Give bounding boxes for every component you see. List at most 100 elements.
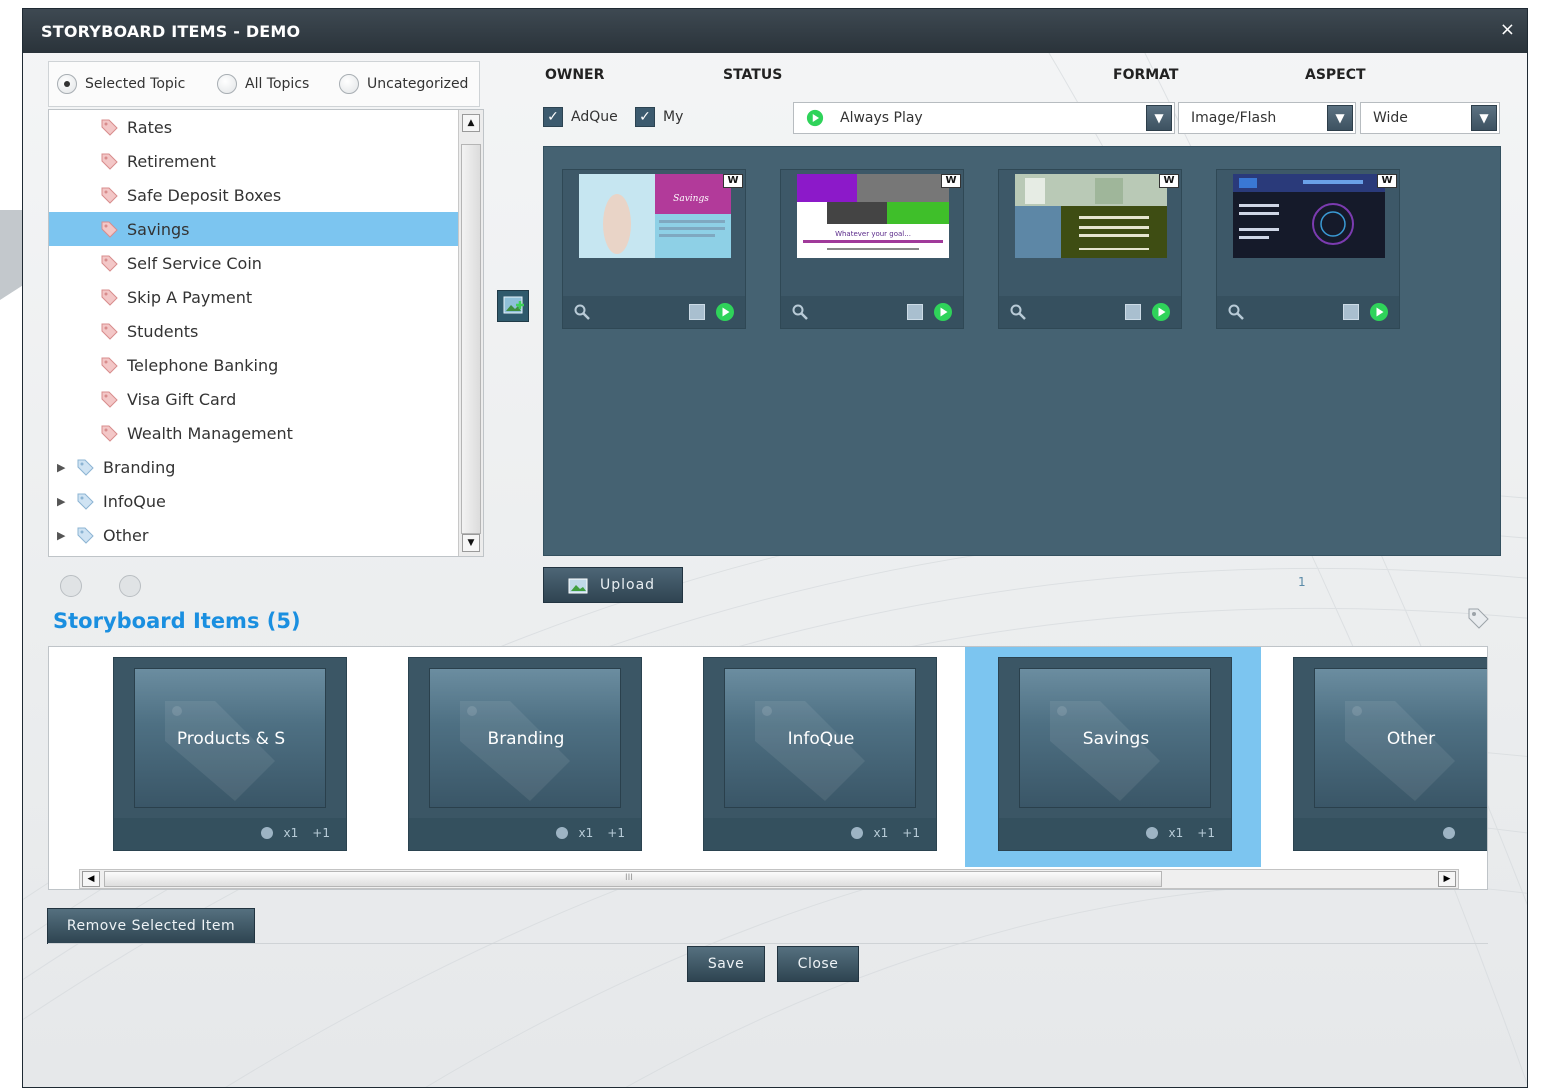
chevron-down-icon[interactable]: ▼ [1327, 105, 1353, 131]
tree-item-label: Savings [127, 219, 190, 239]
tree-item-students[interactable]: Students [49, 314, 483, 348]
expand-arrow-icon[interactable]: ▶ [57, 461, 71, 474]
radio-button-icon[interactable] [339, 74, 359, 94]
remove-selected-item-button[interactable]: Remove Selected Item [47, 908, 255, 944]
media-item[interactable]: W [998, 169, 1182, 329]
storyboard-item-toolbar: x1 +1 [114, 818, 346, 850]
tag-icon [101, 357, 118, 374]
storyboard-dialog: STORYBOARD ITEMS - DEMO × Selected Topic… [22, 8, 1528, 1088]
status-select[interactable]: Always Play ▼ [793, 102, 1175, 134]
storyboard-item-selected[interactable]: Savings x1 +1 [998, 657, 1232, 851]
tag-icon[interactable] [1465, 605, 1491, 631]
scrollbar-thumb[interactable] [461, 144, 481, 534]
radio-selected-topic[interactable]: Selected Topic [57, 74, 185, 94]
media-item[interactable]: W [1216, 169, 1400, 329]
edit-icon[interactable] [1343, 304, 1359, 320]
edit-icon[interactable] [907, 304, 923, 320]
media-item-toolbar [1217, 296, 1399, 328]
zoom-icon[interactable] [791, 303, 809, 321]
storyboard-item[interactable]: InfoQue x1 +1 [703, 657, 937, 851]
storyboard-item-face: Branding [429, 668, 621, 808]
radio-button-icon[interactable] [57, 74, 77, 94]
tree-item-label: Visa Gift Card [127, 389, 237, 409]
checkmark-icon[interactable]: ✓ [543, 107, 563, 127]
info-icon[interactable] [850, 826, 864, 840]
storyboard-item-toolbar: x1 +1 [704, 818, 936, 850]
storyboard-item-label: Branding [487, 729, 565, 749]
play-icon[interactable] [1369, 302, 1389, 322]
tag-icon [101, 119, 118, 136]
tree-item-rates[interactable]: Rates [49, 110, 483, 144]
play-icon[interactable] [933, 302, 953, 322]
close-button[interactable]: Close [777, 946, 859, 982]
upload-button[interactable]: Upload [543, 567, 683, 603]
info-icon[interactable] [1442, 826, 1456, 840]
tree-item-safe-deposit-boxes[interactable]: Safe Deposit Boxes [49, 178, 483, 212]
format-header: FORMAT [1113, 67, 1179, 83]
format-select[interactable]: Image/Flash ▼ [1178, 102, 1356, 134]
storyboard-item[interactable]: Other [1293, 657, 1487, 851]
info-icon[interactable] [1145, 826, 1159, 840]
owner-adque-checkbox[interactable]: ✓ AdQue [543, 107, 618, 127]
collapse-icon[interactable] [60, 575, 82, 597]
storyboard-item[interactable]: Products & S x1 +1 [113, 657, 347, 851]
zoom-icon[interactable] [573, 303, 591, 321]
info-icon[interactable] [260, 826, 274, 840]
storyboard-strip-content: Products & S x1 +1 Branding x1 +1 InfoQu… [79, 647, 1487, 867]
page-number[interactable]: 1 [1298, 575, 1306, 589]
media-item-toolbar [563, 296, 745, 328]
item-increment[interactable]: +1 [902, 826, 920, 840]
storyboard-item[interactable]: Branding x1 +1 [408, 657, 642, 851]
owner-header: OWNER [545, 67, 605, 83]
scroll-right-icon[interactable]: ▶ [1438, 871, 1456, 887]
close-icon[interactable]: × [1500, 19, 1515, 40]
tree-item-wealth-management[interactable]: Wealth Management [49, 416, 483, 450]
edit-icon[interactable] [689, 304, 705, 320]
zoom-icon[interactable] [1009, 303, 1027, 321]
item-increment[interactable]: +1 [607, 826, 625, 840]
aspect-select[interactable]: Wide ▼ [1360, 102, 1500, 134]
tree-item-visa-gift-card[interactable]: Visa Gift Card [49, 382, 483, 416]
tree-item-other[interactable]: ▶ Other [49, 518, 465, 552]
scroll-left-icon[interactable]: ◀ [82, 871, 100, 887]
expand-arrow-icon[interactable]: ▶ [57, 529, 71, 542]
media-item-toolbar [781, 296, 963, 328]
tree-item-skip-a-payment[interactable]: Skip A Payment [49, 280, 483, 314]
edit-icon[interactable] [1125, 304, 1141, 320]
item-increment[interactable]: +1 [312, 826, 330, 840]
play-icon[interactable] [1151, 302, 1171, 322]
radio-button-icon[interactable] [217, 74, 237, 94]
radio-all-topics[interactable]: All Topics [217, 74, 309, 94]
chevron-down-icon[interactable]: ▼ [1146, 105, 1172, 131]
owner-my-checkbox[interactable]: ✓ My [635, 107, 683, 127]
checkbox-label: My [663, 109, 684, 125]
scrollbar-thumb[interactable]: III [104, 871, 1162, 887]
media-thumb-text: Whatever your goal... [835, 230, 911, 238]
info-icon[interactable] [555, 826, 569, 840]
zoom-icon[interactable] [1227, 303, 1245, 321]
tree-item-retirement[interactable]: Retirement [49, 144, 483, 178]
chevron-down-icon[interactable]: ▼ [1471, 105, 1497, 131]
tree-item-infoque[interactable]: ▶ InfoQue [49, 484, 465, 518]
tree-item-telephone-banking[interactable]: Telephone Banking [49, 348, 483, 382]
play-icon[interactable] [715, 302, 735, 322]
media-item[interactable]: Savings W [562, 169, 746, 329]
radio-uncategorized[interactable]: Uncategorized [339, 74, 468, 94]
expand-arrow-icon[interactable]: ▶ [57, 495, 71, 508]
tree-scrollbar[interactable]: ▲ ▼ [458, 110, 483, 556]
media-item[interactable]: Whatever your goal... W [780, 169, 964, 329]
save-button[interactable]: Save [687, 946, 765, 982]
tree-item-savings[interactable]: Savings [49, 212, 483, 246]
item-increment[interactable]: +1 [1197, 826, 1215, 840]
tag-icon [77, 527, 94, 544]
aspect-select-value: Wide [1373, 110, 1408, 126]
scroll-up-icon[interactable]: ▲ [462, 114, 480, 132]
tree-item-branding[interactable]: ▶ Branding [49, 450, 465, 484]
scroll-down-icon[interactable]: ▼ [462, 534, 480, 552]
tree-item-self-service-coin[interactable]: Self Service Coin [49, 246, 483, 280]
checkmark-icon[interactable]: ✓ [635, 107, 655, 127]
add-to-storyboard-button[interactable] [497, 290, 529, 322]
radio-label: All Topics [245, 76, 310, 92]
add-topic-icon[interactable] [119, 575, 141, 597]
storyboard-scrollbar[interactable]: ◀ III ▶ [79, 869, 1459, 889]
